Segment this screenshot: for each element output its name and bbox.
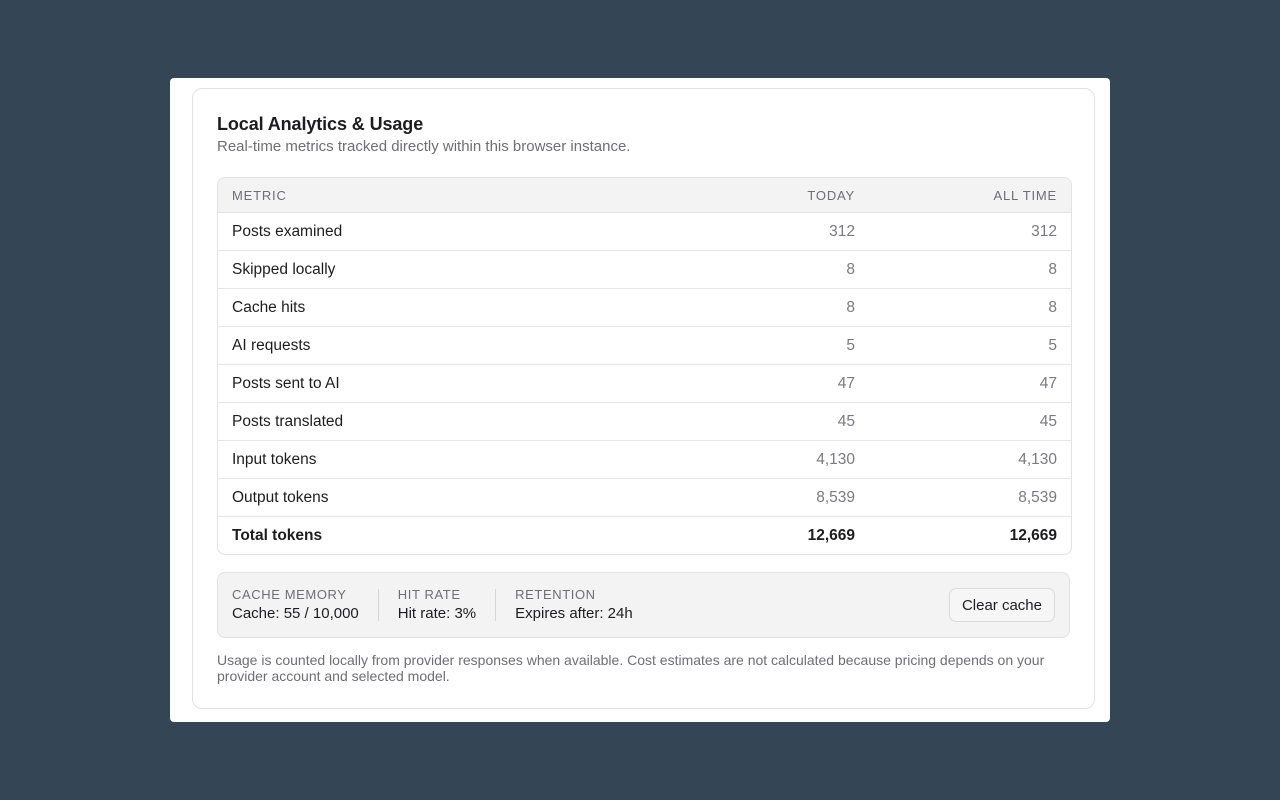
stat-divider — [495, 589, 497, 621]
row-today-value: 312 — [666, 212, 869, 251]
cache-memory-value: Cache: 55 / 10,000 — [232, 604, 359, 622]
cache-memory-label: Cache memory — [232, 586, 347, 602]
table-row: Cache hits 8 8 — [218, 288, 1071, 327]
row-all-time-value: 4,130 — [869, 440, 1071, 479]
page-subtitle: Real-time metrics tracked directly withi… — [217, 138, 631, 155]
total-metric: Total tokens — [232, 526, 323, 544]
total-all-time-value: 12,669 — [1009, 526, 1057, 544]
row-all-time-value: 8 — [869, 288, 1071, 327]
table-row: Posts translated 45 45 — [218, 402, 1071, 441]
app-window: Local Analytics & Usage Real-time metric… — [170, 78, 1110, 722]
cache-memory-stat: Cache memory Cache: 55 / 10,000 — [232, 587, 359, 624]
metrics-table: Metric Today All time Posts examined 312… — [218, 178, 1071, 554]
clear-cache-button[interactable]: Clear cache — [948, 588, 1055, 622]
table-row: Skipped locally 8 8 — [218, 250, 1071, 289]
row-metric: Posts examined — [218, 212, 666, 251]
row-all-time-value: 47 — [869, 364, 1071, 403]
row-metric: Input tokens — [218, 440, 666, 479]
column-header-metric: Metric — [218, 178, 666, 213]
row-today-value: 5 — [666, 326, 869, 365]
row-metric: Posts sent to AI — [218, 364, 666, 403]
column-header-all-time: All time — [869, 178, 1071, 213]
retention-label: Retention — [515, 586, 596, 602]
row-metric: Skipped locally — [218, 250, 666, 289]
table-total-row: Total tokens 12,669 12,669 — [218, 517, 1071, 555]
row-metric: Posts translated — [218, 402, 666, 441]
table-row: AI requests 5 5 — [218, 326, 1071, 365]
row-today-value: 45 — [666, 402, 869, 441]
row-all-time-value: 8 — [869, 250, 1071, 289]
row-all-time-value: 5 — [869, 326, 1071, 365]
table-row: Input tokens 4,130 4,130 — [218, 440, 1071, 479]
analytics-card: Local Analytics & Usage Real-time metric… — [192, 88, 1095, 709]
page-title: Local Analytics & Usage — [217, 114, 424, 134]
row-today-value: 8,539 — [666, 478, 869, 517]
column-header-today: Today — [666, 178, 869, 213]
table-row: Posts sent to AI 47 47 — [218, 364, 1071, 403]
row-all-time-value: 45 — [869, 402, 1071, 441]
table-header-row: Metric Today All time — [218, 178, 1071, 213]
retention-value: Expires after: 24h — [515, 604, 633, 622]
total-today-value: 12,669 — [807, 526, 855, 544]
metrics-table-container: Metric Today All time Posts examined 312… — [217, 177, 1072, 555]
stat-divider — [377, 589, 379, 621]
cache-summary-bar: Cache memory Cache: 55 / 10,000 Hit rate… — [217, 572, 1070, 638]
hit-rate-stat: Hit rate Hit rate: 3% — [398, 587, 476, 624]
row-all-time-value: 312 — [869, 212, 1071, 251]
hit-rate-label: Hit rate — [397, 586, 461, 602]
row-today-value: 8 — [666, 250, 869, 289]
row-metric: Output tokens — [218, 478, 666, 517]
row-metric: AI requests — [218, 326, 666, 365]
row-metric: Cache hits — [218, 288, 666, 327]
retention-stat: Retention Expires after: 24h — [515, 587, 633, 624]
usage-footnote: Usage is counted locally from provider r… — [217, 652, 1045, 684]
table-row: Output tokens 8,539 8,539 — [218, 478, 1071, 517]
row-today-value: 47 — [666, 364, 869, 403]
row-today-value: 4,130 — [666, 440, 869, 479]
row-today-value: 8 — [666, 288, 869, 327]
row-all-time-value: 8,539 — [869, 478, 1071, 517]
table-row: Posts examined 312 312 — [218, 212, 1071, 251]
hit-rate-value: Hit rate: 3% — [397, 604, 477, 622]
